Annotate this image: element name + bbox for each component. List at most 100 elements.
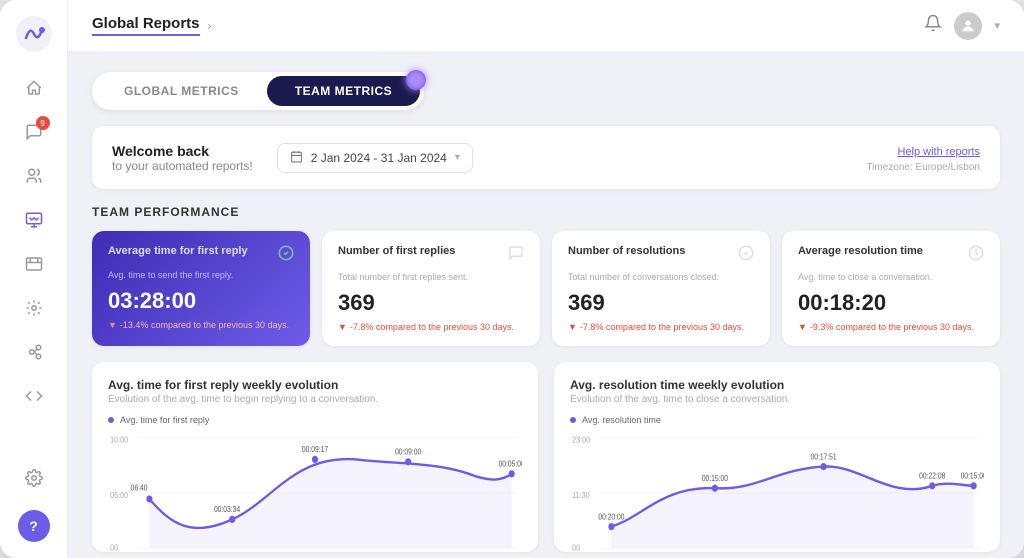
sidebar-item-home[interactable] [14, 68, 54, 108]
sidebar-item-integrations[interactable] [14, 332, 54, 372]
date-range-value: 2 Jan 2024 - 31 Jan 2024 [311, 151, 447, 165]
metric-subtitle-4: Avg. time to close a conversation. [798, 272, 984, 282]
sidebar-item-reports[interactable] [14, 200, 54, 240]
chart-title-1: Avg. time for first reply weekly evoluti… [108, 378, 522, 392]
chart-legend-2: Avg. resolution time [570, 415, 984, 425]
welcome-heading: Welcome back [112, 143, 253, 159]
legend-label-2: Avg. resolution time [582, 415, 661, 425]
metric-subtitle-1: Avg. time to send the first reply. [108, 270, 294, 280]
metric-value-2: 369 [338, 290, 524, 316]
svg-text:00:15:00: 00:15:00 [961, 471, 984, 481]
metric-header-2: Number of first replies [338, 245, 524, 266]
svg-text:11:30: 11:30 [572, 490, 590, 500]
avatar-chevron-icon[interactable]: ▾ [994, 19, 1000, 32]
metric-change-2: ▼ -7.8% compared to the previous 30 days… [338, 322, 524, 332]
sidebar: 9 ? [0, 0, 68, 558]
welcome-subheading: to your automated reports! [112, 159, 253, 173]
calendar-icon [290, 150, 303, 166]
metric-title-1: Average time for first reply [108, 245, 248, 257]
user-avatar[interactable] [954, 12, 982, 40]
header-chevron: › [208, 19, 212, 33]
metric-value-4: 00:18:20 [798, 290, 984, 316]
legend-dot-1 [108, 417, 114, 423]
charts-row: Avg. time for first reply weekly evoluti… [92, 362, 1000, 552]
tab-bar: GLOBAL METRICS TEAM METRICS [92, 72, 424, 110]
sidebar-item-settings[interactable] [14, 458, 54, 498]
welcome-card: Welcome back to your automated reports! … [92, 126, 1000, 189]
first-reply-chart-card: Avg. time for first reply weekly evoluti… [92, 362, 538, 552]
header: Global Reports › ▾ [68, 0, 1024, 52]
svg-text:00:20:00: 00:20:00 [598, 512, 624, 522]
svg-text:00:03:34: 00:03:34 [214, 505, 240, 515]
metric-avg-resolution-time: Average resolution time Avg. time to clo… [782, 231, 1000, 346]
svg-text:06:40: 06:40 [131, 483, 148, 493]
svg-text:05:00: 05:00 [110, 490, 129, 500]
metric-change-text-3: -7.8% compared to the previous 30 days. [580, 322, 744, 332]
svg-text:00:05:00: 00:05:00 [499, 459, 522, 469]
tab-global-metrics[interactable]: GLOBAL METRICS [96, 76, 267, 106]
metric-icon-3 [738, 245, 754, 266]
svg-text:00: 00 [572, 543, 581, 553]
chart-subtitle-1: Evolution of the avg. time to begin repl… [108, 394, 522, 405]
svg-text:00:15:00: 00:15:00 [702, 474, 728, 484]
sidebar-item-chat[interactable]: 9 [14, 112, 54, 152]
content-area: GLOBAL METRICS TEAM METRICS Welcome back… [68, 52, 1024, 558]
svg-text:23:00: 23:00 [572, 435, 591, 445]
sidebar-item-contacts[interactable] [14, 156, 54, 196]
sidebar-item-inbox[interactable] [14, 244, 54, 284]
welcome-text: Welcome back to your automated reports! [112, 143, 253, 173]
chart-title-2: Avg. resolution time weekly evolution [570, 378, 984, 392]
metric-title-4: Average resolution time [798, 245, 923, 257]
svg-text:00:17:51: 00:17:51 [811, 452, 837, 462]
metric-header-3: Number of resolutions [568, 245, 754, 266]
metric-change-text-2: -7.8% compared to the previous 30 days. [350, 322, 514, 332]
sidebar-item-code[interactable] [14, 376, 54, 416]
app-shell: 9 ? Global Reports › [0, 0, 1024, 558]
chart-subtitle-2: Evolution of the avg. time to close a co… [570, 394, 984, 405]
metric-change-4: ▼ -9.3% compared to the previous 30 days… [798, 322, 984, 332]
metric-value-1: 03:28:00 [108, 288, 294, 314]
metric-icon-2 [508, 245, 524, 266]
svg-text:00:09:17: 00:09:17 [302, 445, 328, 455]
metric-change-3: ▼ -7.8% compared to the previous 30 days… [568, 322, 754, 332]
legend-label-1: Avg. time for first reply [120, 415, 209, 425]
svg-text:10:00: 10:00 [110, 435, 129, 445]
page-title: Global Reports [92, 15, 200, 36]
help-reports-link[interactable]: Help with reports [897, 146, 980, 158]
tab-team-metrics[interactable]: TEAM METRICS [267, 76, 420, 106]
date-dropdown-icon: ▾ [455, 152, 460, 163]
svg-text:00:09:00: 00:09:00 [395, 447, 421, 457]
sidebar-item-automations[interactable] [14, 288, 54, 328]
metric-avg-first-reply: Average time for first reply Avg. time t… [92, 231, 310, 346]
svg-text:00: 00 [110, 543, 119, 553]
help-button[interactable]: ? [18, 510, 50, 542]
metric-change-1: ▼ -13.4% compared to the previous 30 day… [108, 320, 294, 330]
metric-value-3: 369 [568, 290, 754, 316]
chart-area-2: 23:00 11:30 00 [570, 433, 984, 553]
metric-subtitle-3: Total number of conversations closed. [568, 272, 754, 282]
legend-dot-2 [570, 417, 576, 423]
main-content: Global Reports › ▾ GLOBAL METRICS TEAM M… [68, 0, 1024, 558]
header-actions: ▾ [924, 12, 1000, 40]
metric-header-1: Average time for first reply [108, 245, 294, 264]
metric-subtitle-2: Total number of first replies sent. [338, 272, 524, 282]
metrics-grid: Average time for first reply Avg. time t… [92, 231, 1000, 346]
section-title: TEAM PERFORMANCE [92, 205, 1000, 219]
metric-change-text-4: -9.3% compared to the previous 30 days. [810, 322, 974, 332]
metric-num-resolutions: Number of resolutions Total number of co… [552, 231, 770, 346]
metric-icon-4 [968, 245, 984, 266]
metric-change-text-1: -13.4% compared to the previous 30 days. [120, 320, 289, 330]
logo[interactable] [16, 16, 52, 52]
notification-icon[interactable] [924, 14, 942, 37]
down-arrow-icon-1: ▼ [108, 320, 117, 330]
svg-text:00:22:08: 00:22:08 [919, 471, 945, 481]
metric-header-4: Average resolution time [798, 245, 984, 266]
chart-legend-1: Avg. time for first reply [108, 415, 522, 425]
metric-title-2: Number of first replies [338, 245, 455, 257]
metric-title-3: Number of resolutions [568, 245, 685, 257]
down-arrow-icon-3: ▼ [568, 322, 577, 332]
timezone-label: Timezone: Europe/Lisbon [866, 162, 980, 173]
down-arrow-icon-2: ▼ [338, 322, 347, 332]
date-range-selector[interactable]: 2 Jan 2024 - 31 Jan 2024 ▾ [277, 143, 473, 173]
resolution-chart-card: Avg. resolution time weekly evolution Ev… [554, 362, 1000, 552]
